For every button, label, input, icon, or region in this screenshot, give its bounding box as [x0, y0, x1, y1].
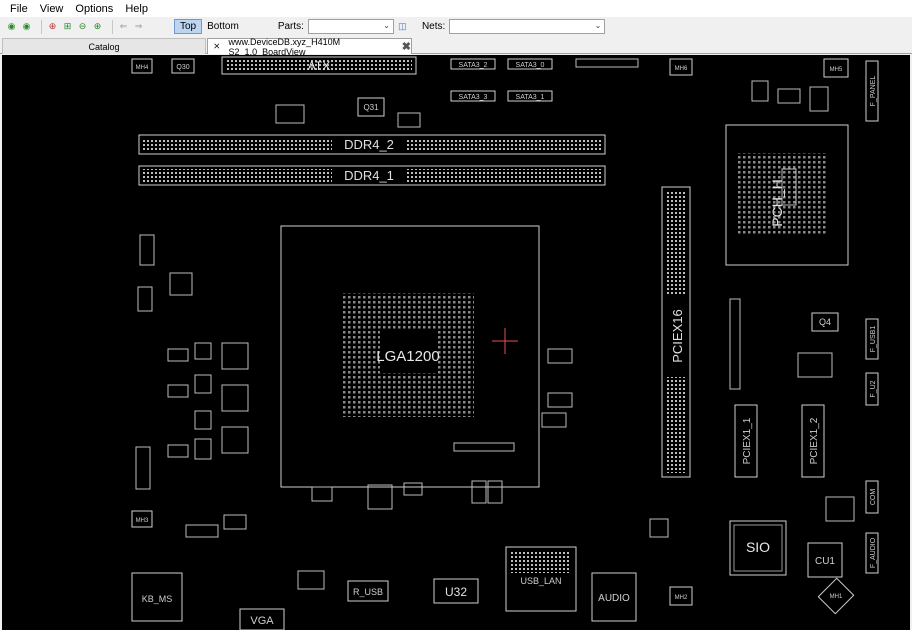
zoom-out-icon[interactable]: ⊖	[77, 21, 88, 32]
parts-select[interactable]: ⌄	[307, 19, 394, 34]
usb-lan-label: USB_LAN	[520, 576, 561, 586]
r-usb-label: R_USB	[353, 587, 383, 597]
atx-connector[interactable]: ATX	[221, 56, 417, 75]
top-side-toggle[interactable]: Top	[174, 19, 203, 34]
q4-component[interactable]: Q4	[811, 312, 839, 332]
sata3-2-label: SATA3_2	[459, 62, 488, 69]
audio-label: AUDIO	[598, 593, 630, 604]
zoom-fit-icon[interactable]: ⊞	[62, 21, 73, 32]
nets-label: Nets:	[421, 21, 446, 32]
tab-boardview[interactable]: ⨯ www.DeviceDB.xyz_H410M S2_1.0_BoardVie…	[207, 37, 412, 57]
document-tabs: Catalog ⨯ www.DeviceDB.xyz_H410M S2_1.0_…	[0, 37, 912, 57]
r-usb-connector[interactable]: R_USB	[347, 580, 389, 602]
chevron-down-icon: ⌄	[594, 21, 602, 30]
q31-component[interactable]: Q31	[357, 97, 385, 117]
sio-label: SIO	[746, 539, 770, 555]
ddr4-slot-1[interactable]: DDR4_1	[138, 165, 606, 186]
toolbar-divider	[41, 19, 42, 34]
mh5-label: MH5	[830, 67, 843, 73]
kb-ms-connector[interactable]: KB_MS	[131, 572, 183, 622]
q30-label: Q30	[176, 64, 189, 71]
f-usb1-label: F_USB1	[870, 326, 877, 353]
sio-chip[interactable]: SIO	[729, 520, 787, 576]
lga1200-label: LGA1200	[376, 348, 439, 365]
tab-catalog[interactable]: Catalog	[2, 38, 206, 54]
sata3-1-label: SATA3_1	[516, 94, 545, 101]
mh4-label: MH4	[136, 65, 149, 71]
f-panel-header[interactable]: F_PANEL	[865, 60, 879, 122]
menu-options[interactable]: Options	[69, 3, 119, 15]
menu-bar: File View Options Help	[0, 0, 912, 17]
u32-label: U32	[445, 585, 467, 599]
f-audio-label: F_AUDIO	[870, 537, 877, 568]
f-u2-label: F_U2	[870, 380, 877, 397]
back-arrow-icon[interactable]: ⇐	[118, 21, 129, 32]
forward-arrow-icon[interactable]: ⇒	[133, 21, 144, 32]
zoom-area-icon[interactable]: ⊕	[92, 21, 103, 32]
menu-file[interactable]: File	[4, 3, 34, 15]
f-audio-header[interactable]: F_AUDIO	[865, 532, 879, 574]
atx-label: ATX	[308, 59, 330, 73]
u32-chip[interactable]: U32	[433, 578, 479, 604]
board-canvas[interactable]: ATX SATA3_2 SATA3_0 SATA3_3 SATA3_1 DDR4…	[2, 55, 910, 630]
pciex16-slot[interactable]: PCIEX16	[661, 186, 691, 478]
pciex16-label: PCIEX16	[670, 309, 685, 362]
sata3-0-label: SATA3_0	[516, 62, 545, 69]
vga-label: VGA	[250, 615, 274, 627]
chevron-down-icon: ⌄	[383, 21, 390, 30]
mh6-label: MH6	[675, 66, 688, 72]
menu-help[interactable]: Help	[119, 3, 154, 15]
open-icon[interactable]: ◉	[6, 21, 17, 32]
pch-label: PCH_H	[769, 179, 785, 226]
sata-connectors[interactable]: SATA3_2 SATA3_0 SATA3_3 SATA3_1	[450, 58, 553, 102]
mh1-label: MH1	[830, 594, 843, 600]
q4-label: Q4	[819, 317, 831, 327]
cpu-socket[interactable]: LGA1200	[280, 225, 540, 488]
clear-filter-icon[interactable]: ◫	[397, 21, 408, 32]
pciex1-slot-1[interactable]: PCIEX1_1	[734, 404, 758, 478]
bottom-side-toggle[interactable]: Bottom	[202, 20, 244, 33]
toolbar-divider	[112, 19, 113, 34]
ddr4-slot-2[interactable]: DDR4_2	[138, 134, 606, 155]
cu1-chip[interactable]: CU1	[807, 542, 843, 578]
mh3-label: MH3	[136, 518, 149, 524]
close-icon[interactable]: ✖	[402, 40, 411, 53]
pch-chip[interactable]: PCH_H	[725, 124, 849, 266]
vga-connector[interactable]: VGA	[239, 608, 285, 630]
ddr4-2-label: DDR4_2	[344, 137, 394, 152]
sata3-3-label: SATA3_3	[459, 94, 488, 101]
pciex1-1-label: PCIEX1_1	[742, 417, 753, 464]
cu1-label: CU1	[815, 556, 835, 567]
com-header[interactable]: COM	[865, 480, 879, 514]
toolbar: ◉ ◉ ⊕ ⊞ ⊖ ⊕ ⇐ ⇒ Top Bottom Parts: ⌄ ◫ Ne…	[0, 17, 912, 36]
pin-icon[interactable]: ⨯	[213, 41, 221, 52]
usb-lan-connector[interactable]: USB_LAN	[505, 546, 577, 612]
q30-component[interactable]: Q30	[171, 58, 195, 74]
f-usb1-header[interactable]: F_USB1	[865, 318, 879, 360]
f-u2-header[interactable]: F_U2	[865, 372, 879, 406]
mh2-label: MH2	[675, 595, 688, 601]
kb-ms-label: KB_MS	[142, 594, 173, 604]
nets-select[interactable]: ⌄	[449, 19, 606, 34]
ddr4-1-label: DDR4_1	[344, 168, 394, 183]
zoom-in-icon[interactable]: ⊕	[47, 21, 58, 32]
com-label: COM	[870, 489, 877, 506]
pciex1-slot-2[interactable]: PCIEX1_2	[801, 404, 825, 478]
reload-icon[interactable]: ◉	[21, 21, 32, 32]
pciex1-2-label: PCIEX1_2	[809, 417, 820, 464]
parts-label: Parts:	[277, 21, 304, 32]
audio-connector[interactable]: AUDIO	[591, 572, 637, 622]
f-panel-label: F_PANEL	[870, 76, 877, 107]
menu-view[interactable]: View	[34, 3, 70, 15]
q31-label: Q31	[363, 103, 379, 112]
